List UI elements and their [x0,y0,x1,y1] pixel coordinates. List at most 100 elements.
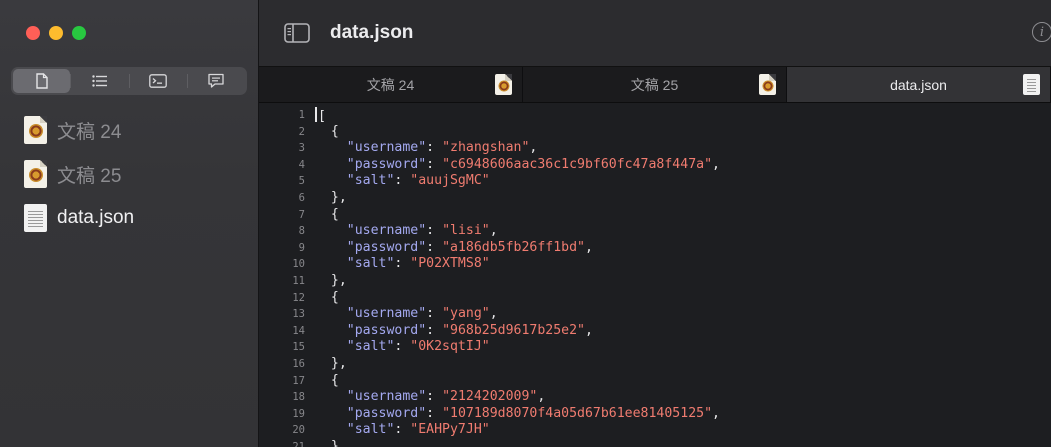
line-number: 1 [298,109,305,121]
sidebar-toggle-icon[interactable] [284,22,310,44]
json-string-value: "968b25d9617b25e2" [442,322,585,338]
punctuation: : [426,322,443,338]
punctuation: { [315,289,339,305]
file-item-data-json[interactable]: data.json [0,196,259,240]
json-string-value: "P02XTMS8" [410,256,490,272]
code-line: "username": "zhangshan", [315,140,720,157]
json-string-value: "auujSgMC" [410,173,490,189]
line-number: 5 [298,175,305,188]
minimize-window-button[interactable] [49,26,63,40]
line-number: 18 [292,391,305,404]
json-key: "username" [346,389,427,405]
code-line: "salt": "0K2sqtIJ" [315,339,720,356]
line-number: 17 [292,374,305,387]
file-item-wengao-24[interactable]: 文稿 24 [0,108,259,152]
line-number: 11 [292,274,305,287]
code-line: }, [315,190,720,207]
segment-documents[interactable] [13,69,71,93]
punctuation: : [426,140,443,156]
punctuation: }, [315,189,347,205]
json-key: "password" [346,322,427,338]
tab-wengao-24[interactable]: 文稿 24 [259,67,523,102]
code-line: "password": "968b25d9617b25e2", [315,323,720,340]
tab-wengao-25[interactable]: 文稿 25 [523,67,787,102]
seal-document-icon [759,74,776,95]
code-line: { [315,373,720,390]
document-icon [35,73,48,89]
line-number: 13 [292,308,305,321]
punctuation: : [394,256,411,272]
file-item-label: data.json [57,207,135,228]
punctuation: : [426,223,443,239]
punctuation: , [712,405,720,421]
sidebar-mode-switcher [11,67,247,95]
segment-terminal[interactable] [130,69,187,93]
punctuation: }, [315,438,347,447]
punctuation: : [426,156,443,172]
line-number: 21 [292,440,305,447]
tab-label: 文稿 25 [630,76,679,93]
list-icon [92,75,107,87]
file-item-label: 文稿 24 [57,121,122,143]
punctuation: , [489,223,498,239]
punctuation: , [537,389,546,405]
code-editor[interactable]: 1 2 3 4 5 6 7 8 9 10 11 12 13 14 15 16 17 18 19 20 21 [ { "u… [259,103,1051,447]
punctuation: { [315,206,339,222]
code-line: { [315,290,720,307]
punctuation: : [394,173,411,189]
line-number: 12 [292,291,305,304]
file-item-wengao-25[interactable]: 文稿 25 [0,152,259,196]
json-string-value: "lisi" [442,223,490,239]
punctuation: , [584,322,593,338]
code-line: }, [315,273,720,290]
comment-icon [208,73,225,88]
code-line: "password": "a186db5fb26ff1bd", [315,240,720,257]
seal-document-icon [495,74,512,95]
info-icon[interactable]: i [1032,22,1051,42]
tab-data-json[interactable]: data.json [787,67,1051,102]
line-number-gutter: 1 2 3 4 5 6 7 8 9 10 11 12 13 14 15 16 17 18 19 20 21 [259,107,305,447]
terminal-icon [149,74,167,88]
json-key: "password" [346,156,427,172]
toolbar: data.json i [259,0,1051,67]
segment-comments[interactable] [188,69,245,93]
segment-outline[interactable] [71,69,128,93]
json-key: "salt" [346,339,395,355]
main-area: data.json i 文稿 24 文稿 25 data.json 1 2 3 … [259,0,1051,447]
code-line: "username": "2124202009", [315,389,720,406]
punctuation: { [315,372,339,388]
text-cursor [315,107,317,122]
app-window: 文稿 24 文稿 25 data.json data.json i 文稿 24 … [0,0,1051,447]
line-number: 14 [292,324,305,337]
code-line: { [315,207,720,224]
json-string-value: "c6948606aac36c1c9bf60fc47a8f447a" [442,156,713,172]
close-window-button[interactable] [26,26,40,40]
json-string-value: "zhangshan" [442,140,530,156]
punctuation: , [712,156,720,172]
zoom-window-button[interactable] [72,26,86,40]
seal-document-icon [24,116,47,144]
punctuation: , [489,306,498,322]
line-number: 20 [292,424,305,437]
json-key: "salt" [346,173,395,189]
punctuation: [ [318,109,326,124]
code-line: "username": "yang", [315,306,720,323]
line-number: 6 [298,191,305,204]
line-number: 2 [298,125,305,138]
punctuation: { [315,123,339,139]
json-key: "username" [346,140,427,156]
code-line: "username": "lisi", [315,223,720,240]
code-line: "salt": "EAHPy7JH" [315,422,720,439]
text-document-icon [24,204,47,232]
code-line: [ [315,107,720,124]
json-key: "salt" [346,256,395,272]
line-number: 9 [298,241,305,254]
json-key: "password" [346,405,427,421]
code-line: }, [315,439,720,447]
json-key: "password" [346,239,427,255]
